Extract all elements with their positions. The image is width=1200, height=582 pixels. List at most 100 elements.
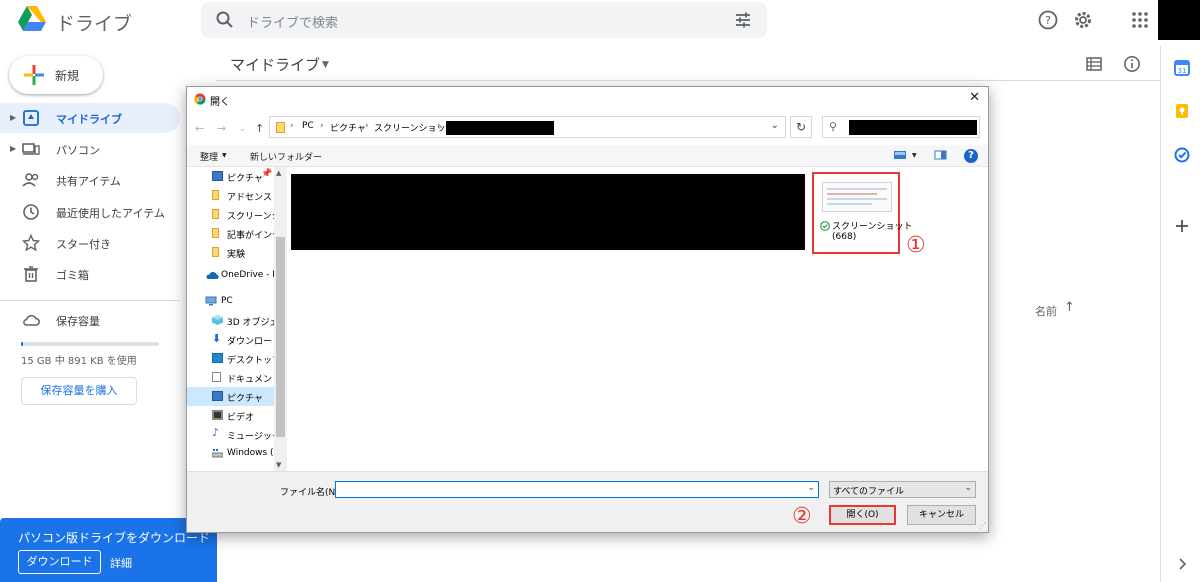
back-arrow-icon[interactable]: ← bbox=[195, 122, 204, 135]
scroll-down-arrow-icon[interactable]: ▼ bbox=[276, 461, 281, 469]
file-item-screenshots-folder[interactable]: スクリーンショット (668) bbox=[812, 172, 913, 254]
app-title: ドライブ bbox=[56, 13, 133, 35]
breadcrumb-separator-icon[interactable]: › bbox=[290, 121, 294, 131]
search-placeholder[interactable]: ドライブで検索 bbox=[247, 12, 338, 31]
tree-item-windows-drive[interactable]: Windows (C bbox=[187, 444, 275, 463]
tree-item-label: 記事がインデ bbox=[227, 231, 275, 241]
refresh-icon[interactable]: ↻ bbox=[790, 116, 812, 138]
tree-item-experiment[interactable]: 実験 bbox=[187, 243, 275, 262]
tree-item-label: ピクチャ bbox=[227, 174, 263, 184]
tree-item-3d-objects[interactable]: 3D オブジェク bbox=[187, 311, 275, 330]
tree-item-pictures-quick[interactable]: ピクチャ 📌 bbox=[187, 167, 275, 186]
tree-item-music[interactable]: ♪ ミュージック bbox=[187, 425, 275, 444]
up-arrow-icon[interactable]: ↑ bbox=[255, 122, 264, 135]
chevron-down-icon[interactable]: ▼ bbox=[322, 60, 329, 70]
info-icon[interactable] bbox=[1123, 55, 1141, 73]
expand-caret-icon[interactable]: ▶ bbox=[10, 113, 16, 122]
view-options-icon[interactable] bbox=[893, 149, 907, 161]
chrome-icon bbox=[194, 93, 206, 105]
breadcrumb-separator-icon[interactable]: › bbox=[320, 121, 324, 131]
settings-gear-icon[interactable] bbox=[1072, 9, 1094, 31]
breadcrumb-separator-icon[interactable]: › bbox=[365, 121, 369, 131]
breadcrumb-pc[interactable]: PC bbox=[302, 121, 314, 131]
add-addon-plus-icon[interactable] bbox=[1174, 218, 1190, 234]
file-open-dialog: 開く ✕ ← → ⌄ ↑ › PC › ピクチャ › スクリーンショット › ⌄… bbox=[186, 86, 989, 533]
scrollbar-thumb[interactable] bbox=[276, 237, 285, 437]
toast-download-button[interactable]: ダウンロード bbox=[18, 550, 101, 574]
resize-grip-icon[interactable]: ⋰ bbox=[978, 521, 986, 530]
tree-item-desktop[interactable]: デスクトップ bbox=[187, 349, 275, 368]
sort-ascending-arrow-icon[interactable]: ↑ bbox=[1064, 300, 1075, 315]
sidebar-item-my-drive[interactable]: ▶ マイドライブ bbox=[0, 103, 180, 133]
tree-scrollbar[interactable]: ▲ ▼ bbox=[274, 167, 287, 471]
tasks-icon[interactable] bbox=[1174, 147, 1190, 163]
sort-name-label[interactable]: 名前 bbox=[1035, 303, 1057, 319]
help-icon[interactable]: ? bbox=[964, 149, 978, 163]
apps-grid-icon[interactable] bbox=[1129, 9, 1151, 31]
folder-icon bbox=[276, 122, 285, 133]
breadcrumb-separator-icon[interactable]: › bbox=[437, 121, 441, 131]
recent-clock-icon bbox=[23, 204, 39, 220]
tree-item-label: スクリーンショ bbox=[227, 212, 275, 222]
chevron-down-icon[interactable]: ▼ bbox=[222, 152, 227, 159]
tree-item-article-index[interactable]: 記事がインデ bbox=[187, 224, 275, 243]
forward-arrow-icon[interactable]: → bbox=[217, 122, 226, 135]
tree-item-onedrive[interactable]: OneDrive - P bbox=[187, 266, 275, 285]
chevron-right-icon[interactable] bbox=[1174, 556, 1190, 572]
organize-menu[interactable]: 整理 bbox=[200, 150, 218, 163]
chevron-down-icon[interactable]: ▼ bbox=[912, 152, 917, 159]
dialog-bottom-bar: ファイル名(N): ⌄ すべてのファイル ⌄ ② 開く(O) キャンセル ⋰ bbox=[187, 471, 988, 532]
close-icon[interactable]: ✕ bbox=[969, 90, 980, 105]
folder-icon bbox=[212, 228, 219, 238]
dialog-search-box[interactable]: ⚲ bbox=[822, 116, 980, 138]
sidebar-item-computers[interactable]: ▶ パソコン bbox=[0, 134, 180, 164]
tree-item-label: ミュージック bbox=[227, 432, 275, 442]
scroll-up-arrow-icon[interactable]: ▲ bbox=[276, 169, 281, 177]
pictures-icon bbox=[212, 171, 223, 181]
chevron-down-icon[interactable]: ⌄ bbox=[807, 483, 815, 493]
file-type-value: すべてのファイル bbox=[833, 487, 905, 497]
breadcrumb-screenshots[interactable]: スクリーンショット bbox=[374, 121, 455, 134]
tree-item-pictures[interactable]: ピクチャ bbox=[187, 387, 275, 406]
chevron-down-icon[interactable]: ⌄ bbox=[771, 120, 779, 131]
sidebar-item-storage[interactable]: 保存容量 bbox=[0, 305, 180, 335]
sidebar-item-recent[interactable]: 最近使用したアイテム bbox=[0, 197, 180, 227]
sidebar-item-trash[interactable]: ゴミ箱 bbox=[0, 259, 180, 289]
sidebar-item-starred[interactable]: スター付き bbox=[0, 228, 180, 258]
storage-label: 保存容量 bbox=[56, 315, 100, 328]
recent-locations-chevron-icon[interactable]: ⌄ bbox=[239, 124, 246, 133]
toast-detail-link[interactable]: 詳細 bbox=[110, 555, 132, 571]
search-bar[interactable]: ドライブで検索 bbox=[201, 2, 767, 38]
chevron-down-icon[interactable]: ⌄ bbox=[964, 483, 972, 493]
keep-icon[interactable] bbox=[1174, 103, 1190, 119]
tree-item-documents[interactable]: ドキュメント bbox=[187, 368, 275, 387]
buy-storage-button[interactable]: 保存容量を購入 bbox=[21, 377, 137, 405]
sidebar-item-label: スター付き bbox=[56, 238, 111, 251]
music-note-icon: ♪ bbox=[212, 426, 220, 439]
file-type-select[interactable]: すべてのファイル ⌄ bbox=[829, 481, 976, 498]
help-icon[interactable]: ? bbox=[1037, 9, 1059, 31]
list-view-icon[interactable] bbox=[1085, 55, 1103, 73]
new-button[interactable]: 新規 bbox=[9, 56, 103, 94]
file-name: スクリーンショット bbox=[832, 222, 913, 232]
address-bar[interactable]: › PC › ピクチャ › スクリーンショット › ⌄ bbox=[269, 116, 786, 138]
tree-item-label: ピクチャ bbox=[227, 394, 263, 404]
search-options-icon[interactable] bbox=[733, 10, 753, 30]
search-icon[interactable] bbox=[215, 10, 235, 30]
open-button[interactable]: 開く(O) bbox=[829, 505, 896, 525]
preview-pane-icon[interactable] bbox=[934, 149, 947, 161]
page-title[interactable]: マイドライブ bbox=[230, 54, 320, 75]
breadcrumb-pictures[interactable]: ピクチャ bbox=[330, 121, 366, 134]
calendar-icon[interactable]: 31 bbox=[1174, 60, 1190, 76]
tree-item-videos[interactable]: ビデオ bbox=[187, 406, 275, 425]
tree-item-pc[interactable]: PC bbox=[187, 292, 275, 311]
tree-item-screenshots[interactable]: スクリーンショ bbox=[187, 205, 275, 224]
account-avatar[interactable] bbox=[1158, 0, 1200, 40]
tree-item-adsense[interactable]: アドセンス bbox=[187, 186, 275, 205]
new-folder-button[interactable]: 新しいフォルダー bbox=[250, 150, 322, 163]
tree-item-downloads[interactable]: ⬇ ダウンロード bbox=[187, 330, 275, 349]
expand-caret-icon[interactable]: ▶ bbox=[10, 144, 16, 153]
cancel-button[interactable]: キャンセル bbox=[907, 505, 976, 525]
filename-input[interactable]: ⌄ bbox=[335, 481, 819, 498]
sidebar-item-shared[interactable]: 共有アイテム bbox=[0, 165, 180, 195]
